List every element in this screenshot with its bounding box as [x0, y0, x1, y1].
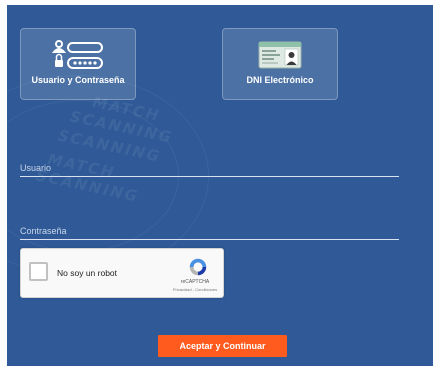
- login-panel: MATCH SCANNING SCANNING MATCH SCANNING U…: [7, 5, 433, 366]
- accept-continue-button[interactable]: Aceptar y Continuar: [158, 335, 287, 357]
- user-password-label: Usuario y Contraseña: [31, 75, 125, 85]
- user-password-login-button[interactable]: Usuario y Contraseña: [20, 28, 136, 100]
- usuario-field[interactable]: Usuario: [20, 163, 399, 179]
- recaptcha-label: No soy un robot: [57, 268, 118, 278]
- recaptcha-brand: reCAPTCHA: [180, 279, 210, 285]
- dni-label: DNI Electrónico: [246, 75, 314, 85]
- password-field[interactable]: Contraseña: [20, 226, 399, 242]
- background-watermark: SCANNING: [68, 107, 175, 147]
- usuario-label: Usuario: [20, 163, 52, 173]
- recaptcha-widget: No soy un robot reCAPTCHA Privacidad - C…: [20, 248, 224, 298]
- id-card-icon: [223, 41, 337, 74]
- recaptcha-links[interactable]: Privacidad - Condiciones: [171, 287, 219, 292]
- dni-login-button[interactable]: DNI Electrónico: [222, 28, 338, 100]
- recaptcha-logo-icon: [189, 258, 207, 276]
- password-label: Contraseña: [20, 226, 67, 236]
- user-password-icon: [21, 38, 135, 77]
- usuario-underline: [20, 176, 399, 177]
- password-underline: [20, 239, 399, 240]
- recaptcha-checkbox[interactable]: [29, 262, 48, 281]
- background-watermark: SCANNING: [56, 126, 163, 166]
